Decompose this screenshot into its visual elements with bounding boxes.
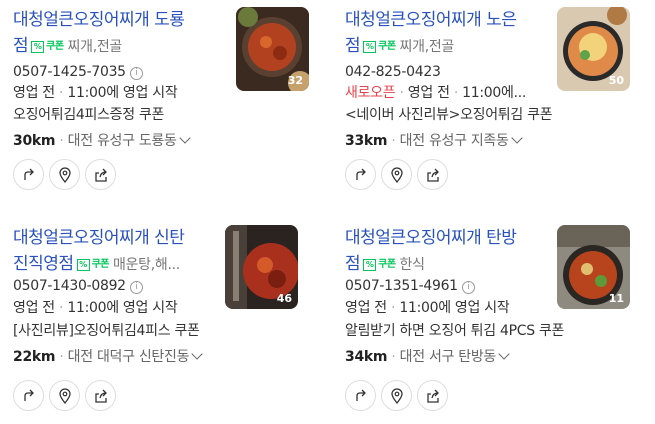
promo-line[interactable]: [사진리뷰]오징어튀김4피스 쿠폰: [13, 322, 200, 340]
promo-line[interactable]: <네이버 사진리뷰>오징어튀김 쿠폰: [345, 106, 553, 124]
place-card[interactable]: 대청얼큰오징어찌개 노은 점% 쿠폰 찌개,전골 50 042-825-0423 새…: [345, 7, 648, 207]
location-pin-icon: [390, 387, 403, 404]
address-line[interactable]: 33km · 대전 유성구 지족동: [345, 132, 523, 150]
place-card[interactable]: 대청얼큰오징어찌개 신탄 진직영점% 쿠폰 매운탕,해... 46 0507-143…: [13, 225, 316, 424]
address: 대전 유성구 도룡동: [67, 133, 177, 149]
share-icon: [94, 168, 107, 182]
map-button[interactable]: [381, 380, 412, 411]
place-card[interactable]: 대청얼큰오징어찌개 도룡 점% 쿠폰 찌개,전골 32 0507-1425-7035…: [13, 7, 316, 207]
status: 영업 전: [13, 85, 55, 101]
coupon-icon: % 쿠폰: [363, 252, 396, 278]
distance: 22km: [13, 349, 56, 365]
distance: 33km: [345, 133, 388, 149]
photo-count: 11: [608, 292, 624, 305]
info-icon[interactable]: i: [461, 281, 475, 294]
chevron-down-icon: [191, 348, 203, 360]
status: 영업 전: [407, 85, 450, 101]
place-photo[interactable]: 50: [557, 7, 630, 91]
address: 대전 대덕구 신탄진동: [67, 349, 190, 365]
photo-count: 32: [287, 74, 303, 87]
hours: 11:00에 영업 시작: [67, 300, 178, 316]
promo-line[interactable]: 오징어튀김4피스증정 쿠폰: [13, 106, 164, 124]
directions-button[interactable]: [345, 159, 376, 190]
directions-button[interactable]: [345, 380, 376, 411]
place-title[interactable]: 대청얼큰오징어찌개 도룡 점% 쿠폰 찌개,전골: [13, 7, 223, 60]
place-title[interactable]: 대청얼큰오징어찌개 신탄 진직영점% 쿠폰 매운탕,해...: [13, 225, 223, 278]
place-photo[interactable]: 32: [236, 7, 309, 91]
photo-count: 50: [608, 74, 624, 87]
status: 영업 전: [345, 300, 387, 316]
phone-number[interactable]: 0507-1351-4961: [345, 278, 458, 294]
phone-line: 0507-1351-4961 i: [345, 277, 475, 295]
share-icon: [426, 389, 439, 403]
address-line[interactable]: 34km · 대전 서구 탄방동: [345, 348, 510, 366]
place-card[interactable]: 대청얼큰오징어찌개 탄방 점% 쿠폰 한식 11 0507-1351-4961 i 영…: [345, 225, 648, 424]
phone-line: 0507-1425-7035 i: [13, 63, 143, 81]
map-button[interactable]: [49, 159, 80, 190]
place-title[interactable]: 대청얼큰오징어찌개 탄방 점% 쿠폰 한식: [345, 225, 555, 278]
phone-number[interactable]: 042-825-0423: [345, 64, 441, 80]
hours-line: 영업 전 · 11:00에 영업 시작: [345, 300, 510, 316]
hours: 11:00에 영업 시작: [67, 85, 178, 101]
info-icon[interactable]: i: [129, 281, 143, 294]
address: 대전 서구 탄방동: [399, 349, 497, 365]
directions-icon: [355, 389, 366, 401]
category: 매운탕,해...: [112, 257, 180, 273]
share-icon: [426, 168, 439, 182]
share-button[interactable]: [417, 159, 448, 190]
hours-line: 새로오픈 · 영업 전 · 11:00에...: [345, 85, 527, 101]
hours-line: 영업 전 · 11:00에 영업 시작: [13, 85, 178, 101]
hours: 11:00에 영업 시작: [399, 300, 510, 316]
address-line[interactable]: 30km · 대전 유성구 도룡동: [13, 132, 191, 150]
new-open-badge: 새로오픈: [345, 85, 396, 101]
phone-line: 042-825-0423: [345, 63, 441, 81]
location-pin-icon: [58, 166, 71, 183]
photo-count: 46: [276, 292, 292, 305]
coupon-icon: % 쿠폰: [31, 34, 64, 60]
place-photo[interactable]: 46: [225, 225, 298, 309]
directions-icon: [23, 168, 34, 180]
address: 대전 유성구 지족동: [399, 133, 509, 149]
directions-icon: [23, 389, 34, 401]
chevron-down-icon: [178, 132, 191, 144]
coupon-icon: % 쿠폰: [363, 34, 396, 60]
coupon-icon: % 쿠폰: [76, 252, 109, 278]
chevron-down-icon: [498, 348, 510, 360]
category: 찌개,전골: [399, 39, 455, 55]
promo-line[interactable]: 알림받기 하면 오징어 튀김 4PCS 쿠폰: [345, 322, 564, 340]
directions-button[interactable]: [13, 159, 44, 190]
info-icon[interactable]: i: [129, 67, 143, 80]
phone-number[interactable]: 0507-1430-0892: [13, 278, 126, 294]
share-button[interactable]: [85, 159, 116, 190]
distance: 34km: [345, 349, 388, 365]
directions-icon: [355, 168, 366, 180]
share-button[interactable]: [417, 380, 448, 411]
status: 영업 전: [13, 300, 55, 316]
hours: 11:00에...: [462, 85, 527, 101]
distance: 30km: [13, 133, 56, 149]
place-title[interactable]: 대청얼큰오징어찌개 노은 점% 쿠폰 찌개,전골: [345, 7, 555, 60]
map-button[interactable]: [381, 159, 412, 190]
location-pin-icon: [390, 166, 403, 183]
address-line[interactable]: 22km · 대전 대덕구 신탄진동: [13, 348, 203, 366]
place-photo[interactable]: 11: [557, 225, 630, 309]
category: 찌개,전골: [67, 39, 123, 55]
location-pin-icon: [58, 387, 71, 404]
category: 한식: [399, 257, 425, 273]
chevron-down-icon: [510, 132, 523, 144]
directions-button[interactable]: [13, 380, 44, 411]
phone-number[interactable]: 0507-1425-7035: [13, 64, 126, 80]
share-button[interactable]: [85, 380, 116, 411]
hours-line: 영업 전 · 11:00에 영업 시작: [13, 300, 178, 316]
phone-line: 0507-1430-0892 i: [13, 277, 143, 295]
share-icon: [94, 389, 107, 403]
map-button[interactable]: [49, 380, 80, 411]
